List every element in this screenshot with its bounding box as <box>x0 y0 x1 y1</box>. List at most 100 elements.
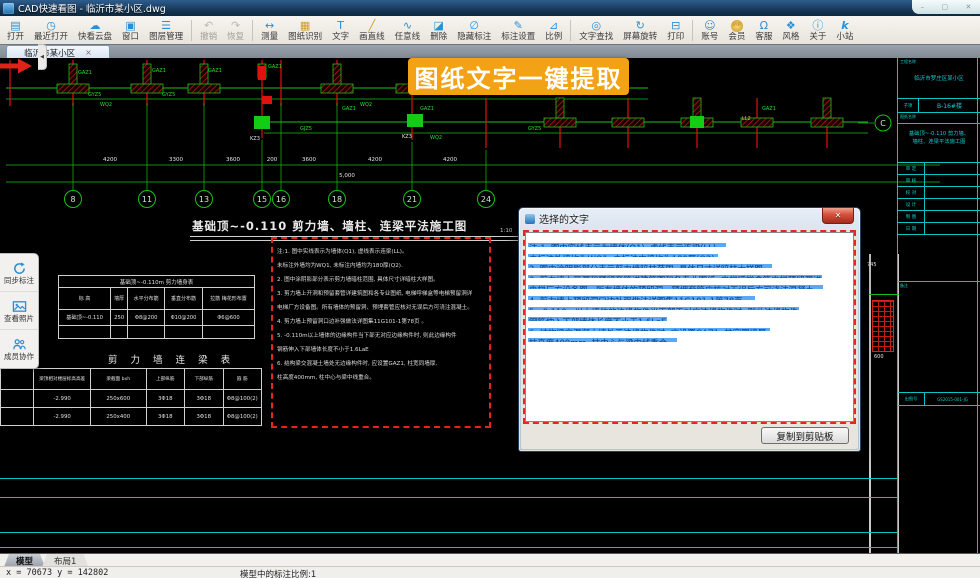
close-icon[interactable]: ✕ <box>965 4 971 11</box>
extracted-text-line: 5. -0.110m以上墙体的边缘构件当下部无对应边缘构件时, 则此边缘构件 <box>528 300 851 311</box>
svg-text:WQ2: WQ2 <box>430 135 442 141</box>
cloud-drive-button[interactable]: ☁快看云盘 <box>73 17 117 44</box>
table-row: -2.990 250x4003Φ18 3Φ18Φ8@100(2) <box>1 408 262 426</box>
table-row: 基础顶~-0.110 250 Φ8@200 Φ10@200 Φ6@600 <box>59 310 255 326</box>
svg-text:C: C <box>880 119 886 128</box>
eraser-icon: ◪ <box>433 20 443 32</box>
document-tab[interactable]: 临沂市某小区 × <box>6 45 110 59</box>
text-button[interactable]: T文字 <box>327 17 354 44</box>
svg-text:LL2: LL2 <box>742 116 751 122</box>
print-icon: ⊟ <box>671 20 680 32</box>
text-search-button[interactable]: ◎文字查找 <box>574 17 618 44</box>
svg-text:18: 18 <box>332 195 342 204</box>
sub-item: B-16#楼 <box>919 101 980 110</box>
svg-text:3600: 3600 <box>226 157 240 163</box>
screen-rotate-button[interactable]: ↻屏幕旋转 <box>618 17 662 44</box>
scale-button[interactable]: ⊿比例 <box>540 17 567 44</box>
scale-ratio-icon: ⊿ <box>549 20 558 32</box>
svg-text:200: 200 <box>267 157 278 163</box>
extracted-text-line: 2. 图中涂阴影部分表示剪力墙暗柱范围, 具体尺寸详暗柱大样图。 <box>528 257 851 268</box>
svg-text:GYZ5: GYZ5 <box>162 92 175 98</box>
drawing-sheet-title: 基础顶~-0.110 剪力墙、墙柱、连梁平法施工图 <box>192 218 467 234</box>
svg-text:16: 16 <box>276 195 286 204</box>
open-button[interactable]: ▤打开 <box>2 17 29 44</box>
wall-table-title: 基础顶~-0.110m 剪力墙身表 <box>59 276 255 288</box>
svg-text:8: 8 <box>70 195 75 204</box>
tab-close-icon[interactable]: × <box>85 49 92 57</box>
selected-text-dialog: 选择的文字 ✕ 注:1. 图中实线表示为墙体(Q1), 虚线表示连梁(LL)。未… <box>518 207 861 452</box>
project-label: 工程名称 <box>900 59 916 65</box>
document-tab-label: 临沂市某小区 <box>24 47 75 59</box>
about-button[interactable]: ⓘ关于 <box>804 17 831 44</box>
svg-text:3600: 3600 <box>302 157 316 163</box>
extracted-text-area[interactable]: 注:1. 图中实线表示为墙体(Q1), 虚线表示连梁(LL)。未标注外墙均为WQ… <box>525 232 854 422</box>
svg-text:GAZ1: GAZ1 <box>420 106 434 112</box>
view-photos-button[interactable]: 查看照片 <box>0 292 38 330</box>
sheet-frame-line <box>0 547 897 548</box>
dialog-body: 注:1. 图中实线表示为墙体(Q1), 虚线表示连梁(LL)。未标注外墙均为WQ… <box>521 229 858 449</box>
measure-button[interactable]: ↔测量 <box>256 17 283 44</box>
vip-member-button[interactable]: VIP会员 <box>723 17 750 44</box>
extracted-text-line: 钢筋伸入下部墙体长度不小于1.6LaE <box>528 310 851 321</box>
draw-line-button[interactable]: ╱画直线 <box>354 17 390 44</box>
freehand-line-button[interactable]: ∿任意线 <box>390 17 426 44</box>
svg-text:WQ2: WQ2 <box>100 102 112 108</box>
hide-annotation-button[interactable]: ∅隐藏标注 <box>452 17 496 44</box>
toolbar-separator <box>570 20 571 41</box>
redo-button[interactable]: ↷恢复 <box>222 17 249 44</box>
layer-manager-button[interactable]: ☰图层管理 <box>144 17 188 44</box>
text-search-icon: ◎ <box>591 20 601 32</box>
svg-text:5,000: 5,000 <box>339 173 355 179</box>
column-section-detail <box>872 300 894 352</box>
dialog-title-bar[interactable]: 选择的文字 <box>519 208 860 229</box>
account-button[interactable]: ☺账号 <box>696 17 723 44</box>
svg-text:GJZ5: GJZ5 <box>300 126 312 132</box>
style-button[interactable]: ❖风格 <box>777 17 804 44</box>
delete-button[interactable]: ◪删除 <box>425 17 452 44</box>
svg-text:GAZ1: GAZ1 <box>152 68 166 74</box>
screen-rotate-icon: ↻ <box>636 20 645 32</box>
drawing-recognize-button[interactable]: ▦图纸识别 <box>283 17 327 44</box>
support-button[interactable]: Ω客服 <box>750 17 777 44</box>
dialog-title: 选择的文字 <box>539 211 589 226</box>
sheet-frame-line <box>0 532 897 533</box>
extracted-text-line: 注:1. 图中实线表示为墙体(Q1), 虚线表示连梁(LL)。 <box>528 236 851 247</box>
sheet-frame-line <box>0 478 897 479</box>
recent-open-button[interactable]: ◷最近打开 <box>29 17 73 44</box>
ksite-button[interactable]: k小站 <box>831 17 858 44</box>
svg-text:4200: 4200 <box>443 157 457 163</box>
extracted-text-line: 未标注外墙均为WQ1, 未标注内墙均为180厚(Q2). <box>528 247 851 258</box>
extracted-text-line: 6. 结构梁交混凝土墙处无边缘构件时, 应设置GAZ1, 柱宽同墙厚, <box>528 321 851 332</box>
window-title-bar: CAD快速看图 - 临沂市某小区.dwg – ▢ ✕ <box>0 0 980 16</box>
maximize-icon[interactable]: ▢ <box>941 4 948 11</box>
sign-row: 审 核 <box>898 175 980 187</box>
drawing-scale-note: 1:10 <box>500 228 512 234</box>
window-controls[interactable]: – ▢ ✕ <box>912 0 980 14</box>
redo-icon: ↷ <box>231 20 240 32</box>
dialog-close-button[interactable]: ✕ <box>822 208 854 224</box>
beam-schedule-table: 梁顶相对楼层标高高差 梁截面 bxh 上部纵筋 下部纵筋 箍 筋 -2.990 … <box>0 368 262 426</box>
member-collaboration-button[interactable]: 成员协作 <box>0 330 38 367</box>
about-icon: ⓘ <box>812 20 823 32</box>
minimize-icon[interactable]: – <box>921 4 925 11</box>
svg-text:4200: 4200 <box>103 157 117 163</box>
annotation-settings-button[interactable]: ✎标注设置 <box>496 17 540 44</box>
sync-annotation-icon <box>12 261 27 276</box>
table-row: -2.990 250x6003Φ18 3Φ18Φ8@100(2) <box>1 390 262 408</box>
print-button[interactable]: ⊟打印 <box>662 17 689 44</box>
selection-dashed-box <box>271 237 491 428</box>
svg-text:3300: 3300 <box>169 157 183 163</box>
svg-text:GYZ5: GYZ5 <box>528 126 541 132</box>
extracted-text-line: 3. 剪力墙上开洞和预留套管详建筑图和各专业图纸, 电梯呼梯盒等电梯预留洞详 <box>528 268 851 279</box>
sign-row: 日 期 <box>898 223 980 235</box>
layout-tab-bar: 模型 布局1 <box>0 553 980 567</box>
panel-collapse-handle[interactable]: ◀ <box>38 44 47 70</box>
window-button[interactable]: ▣窗口 <box>117 17 144 44</box>
copy-to-clipboard-button[interactable]: 复制到剪贴板 <box>761 427 849 444</box>
sync-annotation-button[interactable]: 同步标注 <box>0 254 38 292</box>
svg-text:15: 15 <box>257 195 267 204</box>
cloud-icon: ☁ <box>90 20 101 32</box>
undo-button[interactable]: ↶撤销 <box>195 17 222 44</box>
cursor-coordinates: x = 70673 y = 142802 <box>6 568 108 578</box>
svg-text:KZ3: KZ3 <box>402 134 412 140</box>
